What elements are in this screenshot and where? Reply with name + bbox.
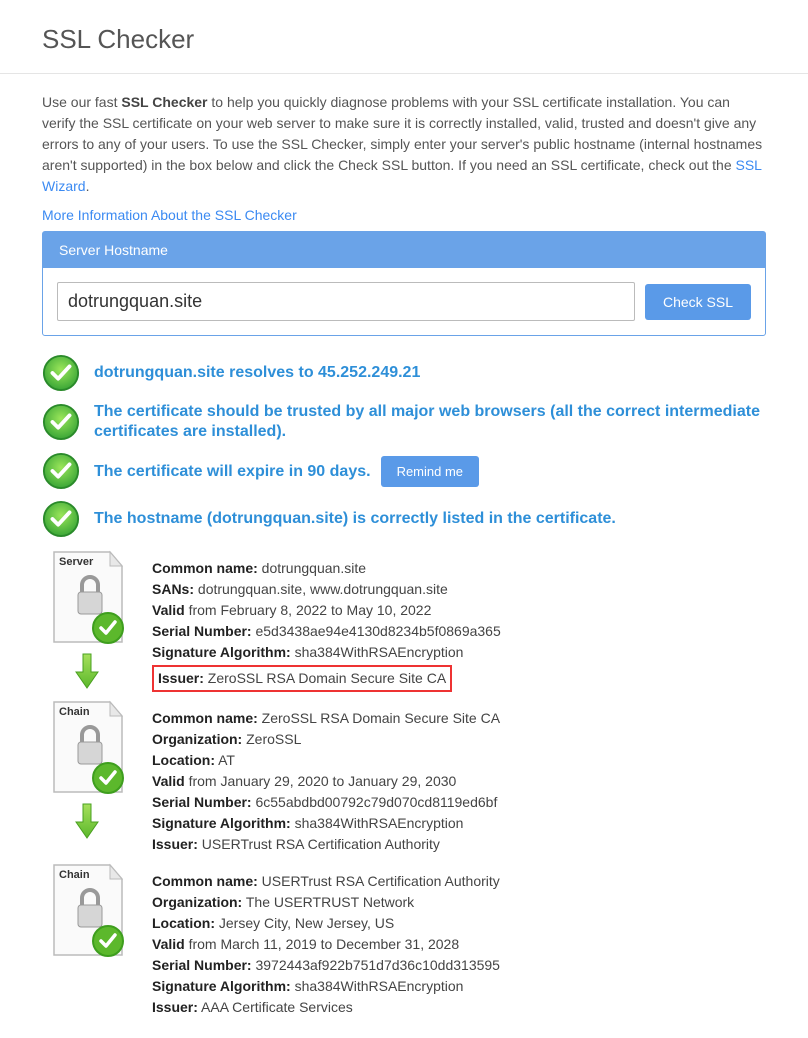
panel-title: Server Hostname	[43, 232, 765, 268]
page-header: SSL Checker	[0, 0, 808, 74]
cert-icon-wrap: Chain	[42, 698, 132, 855]
arrow-down-icon	[72, 652, 102, 692]
cert-chain: Server Common name: dotrungquan.siteSANs…	[42, 548, 766, 1018]
more-info-link[interactable]: More Information About the SSL Checker	[42, 207, 766, 223]
issuer-highlight: Issuer: ZeroSSL RSA Domain Secure Site C…	[152, 665, 452, 692]
cert-details: Common name: dotrungquan.siteSANs: dotru…	[152, 548, 501, 692]
panel-body: Check SSL	[43, 268, 765, 335]
hostname-panel: Server Hostname Check SSL	[42, 231, 766, 336]
cert-block: Server Common name: dotrungquan.siteSANs…	[42, 548, 766, 692]
check-row: dotrungquan.site resolves to 45.252.249.…	[42, 354, 766, 392]
svg-text:Server: Server	[59, 556, 94, 568]
cert-icon-wrap: Chain	[42, 861, 132, 1018]
cert-block: Chain Common name: USERTrust RSA Certifi…	[42, 861, 766, 1018]
svg-text:Chain: Chain	[59, 869, 90, 881]
check-icon	[42, 452, 80, 490]
svg-text:Chain: Chain	[59, 706, 90, 718]
checks-list: dotrungquan.site resolves to 45.252.249.…	[42, 354, 766, 538]
content-area: Use our fast SSL Checker to help you qui…	[0, 74, 808, 1038]
cert-block: Chain Common name: ZeroSSL RSA Domain Se…	[42, 698, 766, 855]
check-row: The certificate will expire in 90 days.R…	[42, 452, 766, 490]
check-text: The certificate should be trusted by all…	[94, 402, 766, 442]
check-icon	[42, 403, 80, 441]
cert-details: Common name: ZeroSSL RSA Domain Secure S…	[152, 698, 500, 855]
intro-text: Use our fast SSL Checker to help you qui…	[42, 92, 766, 197]
intro-pre: Use our fast	[42, 94, 121, 110]
check-row: The hostname (dotrungquan.site) is corre…	[42, 500, 766, 538]
cert-document-icon: Server	[42, 548, 132, 648]
arrow-down-icon	[72, 802, 102, 842]
remind-me-button[interactable]: Remind me	[381, 456, 479, 487]
cert-document-icon: Chain	[42, 698, 132, 798]
check-text: The certificate will expire in 90 days.R…	[94, 456, 479, 487]
cert-details: Common name: USERTrust RSA Certification…	[152, 861, 500, 1018]
cert-document-icon: Chain	[42, 861, 132, 961]
check-row: The certificate should be trusted by all…	[42, 402, 766, 442]
page-title: SSL Checker	[42, 24, 766, 55]
check-ssl-button[interactable]: Check SSL	[645, 284, 751, 320]
intro-period: .	[86, 178, 90, 194]
check-text: dotrungquan.site resolves to 45.252.249.…	[94, 363, 420, 383]
intro-bold: SSL Checker	[121, 94, 207, 110]
hostname-input[interactable]	[57, 282, 635, 321]
check-icon	[42, 354, 80, 392]
check-icon	[42, 500, 80, 538]
check-text: The hostname (dotrungquan.site) is corre…	[94, 509, 616, 529]
cert-icon-wrap: Server	[42, 548, 132, 692]
